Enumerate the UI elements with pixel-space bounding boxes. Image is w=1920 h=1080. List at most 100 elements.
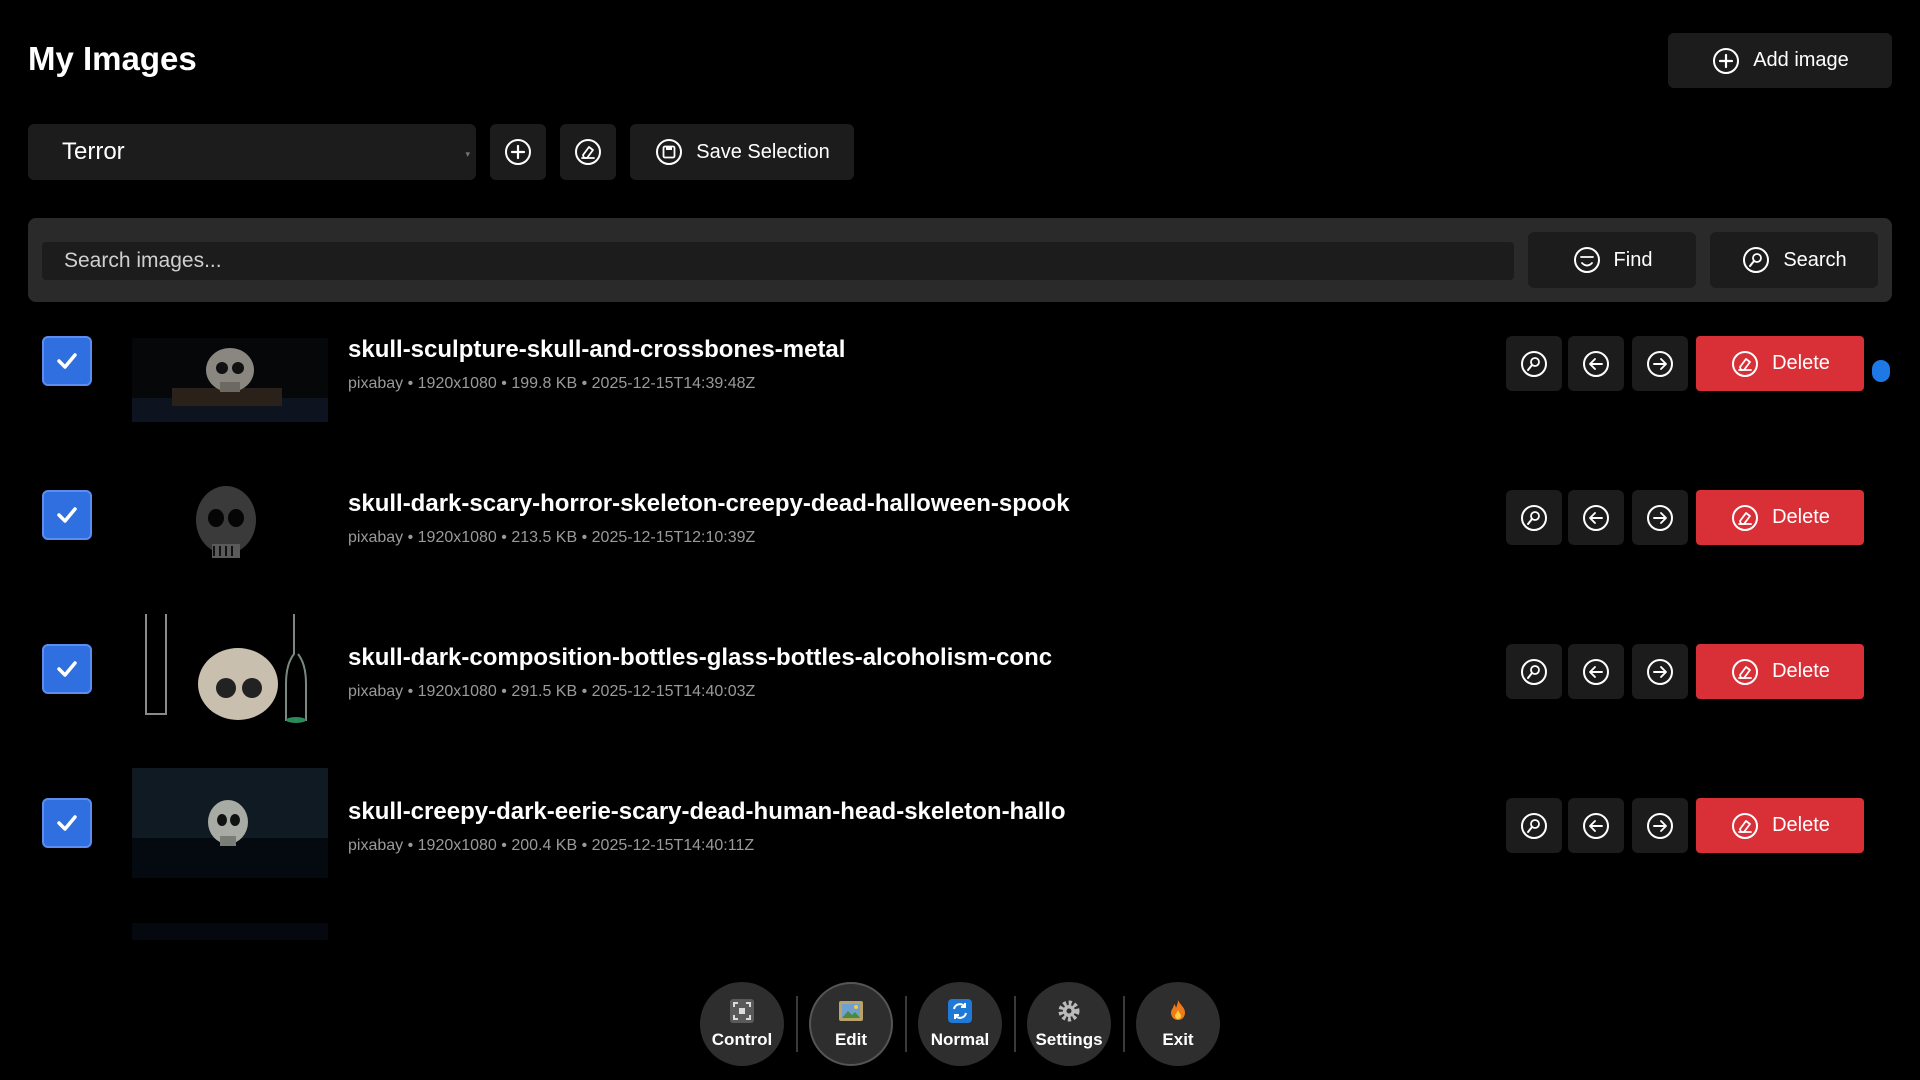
arrow-right-icon <box>1647 812 1673 839</box>
control-icon <box>730 999 754 1023</box>
move-down-button[interactable] <box>1632 644 1688 699</box>
add-image-button[interactable]: Add image <box>1668 33 1892 88</box>
dock-settings-button[interactable]: Settings <box>1027 982 1111 1066</box>
dock-divider <box>1014 996 1016 1052</box>
search-similar-button[interactable] <box>1506 336 1562 391</box>
delete-label: Delete <box>1772 352 1830 374</box>
collection-select-value: Terror <box>62 138 125 165</box>
row-checkbox[interactable] <box>42 336 92 386</box>
move-down-button[interactable] <box>1632 336 1688 391</box>
delete-label: Delete <box>1772 814 1830 836</box>
checkmark-icon <box>57 661 77 677</box>
gear-icon <box>1058 1000 1080 1022</box>
search-button[interactable]: Search <box>1710 232 1878 288</box>
thumbnail <box>132 768 328 878</box>
image-meta: pixabay • 1920x1080 • 291.5 KB • 2025-12… <box>348 683 756 700</box>
arrow-left-icon <box>1583 658 1609 685</box>
dock-divider <box>1123 996 1125 1052</box>
image-title: skull-dark-composition-bottles-glass-bot… <box>348 644 1053 671</box>
search-panel: Find Search <box>28 218 1892 302</box>
thumbnail <box>132 472 328 582</box>
refresh-icon <box>948 999 972 1023</box>
delete-label: Delete <box>1772 660 1830 682</box>
dock-normal-label: Normal <box>930 1030 990 1049</box>
image-title: skull-creepy-dark-eerie-scary-dead-human… <box>348 798 1066 825</box>
smiley-icon <box>1573 247 1600 273</box>
chevron-down-icon: ▾ <box>465 149 470 159</box>
move-up-button[interactable] <box>1568 336 1624 391</box>
find-button[interactable]: Find <box>1528 232 1696 288</box>
dock-exit-button[interactable]: Exit <box>1136 982 1220 1066</box>
search-icon <box>1521 504 1547 531</box>
dock-control-label: Control <box>711 1030 773 1049</box>
search-similar-button[interactable] <box>1506 490 1562 545</box>
page-title: My Images <box>28 40 197 77</box>
arrow-right-icon <box>1647 658 1673 685</box>
eraser-icon <box>575 139 601 165</box>
search-icon <box>1743 247 1770 273</box>
search-icon <box>1521 350 1547 377</box>
move-up-button[interactable] <box>1568 644 1624 699</box>
thumbnail <box>132 923 328 940</box>
row-checkbox[interactable] <box>42 490 92 540</box>
image-title: skull-sculpture-skull-and-crossbones-met… <box>348 336 846 363</box>
image-meta: pixabay • 1920x1080 • 200.4 KB • 2025-12… <box>348 837 755 854</box>
dock-control-button[interactable]: Control <box>700 982 784 1066</box>
image-title: skull-dark-scary-horror-skeleton-creepy-… <box>348 490 1070 517</box>
dock-divider <box>796 996 798 1052</box>
search-similar-button[interactable] <box>1506 644 1562 699</box>
thumbnail <box>132 614 328 724</box>
move-down-button[interactable] <box>1632 490 1688 545</box>
image-meta: pixabay • 1920x1080 • 213.5 KB • 2025-12… <box>348 529 756 546</box>
row-checkbox[interactable] <box>42 798 92 848</box>
arrow-left-icon <box>1583 504 1609 531</box>
arrow-right-icon <box>1647 350 1673 377</box>
clear-selection-button[interactable] <box>560 124 616 180</box>
list-item: skull-sculpture-skull-and-crossbones-met… <box>0 332 1920 486</box>
move-up-button[interactable] <box>1568 490 1624 545</box>
move-up-button[interactable] <box>1568 798 1624 853</box>
dock-edit-button[interactable]: Edit <box>809 982 893 1066</box>
checkmark-icon <box>57 507 77 523</box>
save-selection-button[interactable]: Save Selection <box>630 124 854 180</box>
thumbnail <box>132 338 328 422</box>
image-meta: pixabay • 1920x1080 • 199.8 KB • 2025-12… <box>348 375 756 392</box>
checkmark-icon <box>57 353 77 369</box>
save-selection-label: Save Selection <box>696 140 830 163</box>
collection-select[interactable]: Terror ▾ <box>28 124 476 180</box>
search-icon <box>1521 658 1547 685</box>
search-input[interactable] <box>42 242 1514 280</box>
add-image-label: Add image <box>1753 49 1849 71</box>
find-label: Find <box>1613 248 1653 271</box>
dock-divider <box>905 996 907 1052</box>
plus-circle-icon <box>1713 47 1740 74</box>
dock-edit-label: Edit <box>834 1030 868 1049</box>
eraser-icon <box>1732 350 1759 377</box>
add-collection-button[interactable] <box>490 124 546 180</box>
dock-exit-label: Exit <box>1162 1030 1194 1049</box>
eraser-icon <box>1732 658 1759 685</box>
search-icon <box>1521 812 1547 839</box>
fire-icon <box>1171 1000 1185 1020</box>
eraser-icon <box>1732 812 1759 839</box>
delete-button[interactable]: Delete <box>1696 336 1864 391</box>
dock-normal-button[interactable]: Normal <box>918 982 1002 1066</box>
image-edit-icon <box>839 1001 863 1021</box>
search-similar-button[interactable] <box>1506 798 1562 853</box>
save-icon <box>656 139 683 165</box>
delete-label: Delete <box>1772 506 1830 528</box>
checkmark-icon <box>57 815 77 831</box>
search-label: Search <box>1783 248 1847 271</box>
delete-button[interactable]: Delete <box>1696 644 1864 699</box>
arrow-left-icon <box>1583 350 1609 377</box>
plus-circle-icon <box>505 139 531 165</box>
dock-settings-label: Settings <box>1035 1030 1103 1049</box>
delete-button[interactable]: Delete <box>1696 798 1864 853</box>
arrow-left-icon <box>1583 812 1609 839</box>
row-checkbox[interactable] <box>42 644 92 694</box>
arrow-right-icon <box>1647 504 1673 531</box>
delete-button[interactable]: Delete <box>1696 490 1864 545</box>
scrollbar-thumb[interactable] <box>1872 360 1890 382</box>
eraser-icon <box>1732 504 1759 531</box>
move-down-button[interactable] <box>1632 798 1688 853</box>
